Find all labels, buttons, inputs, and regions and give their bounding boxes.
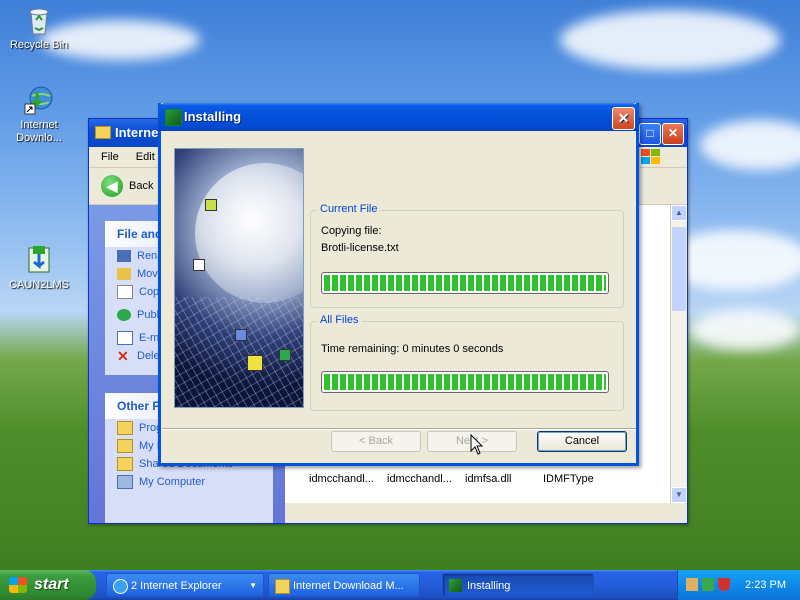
menu-file[interactable]: File: [101, 151, 119, 163]
file-item[interactable]: idmfsa.dll: [465, 473, 543, 485]
folder-icon: [117, 421, 133, 435]
security-shield-icon[interactable]: [718, 578, 730, 591]
cube-graphic: [247, 355, 263, 371]
folder-icon: [117, 439, 133, 453]
file-row: idmcchandl... idmcchandl... idmfsa.dll I…: [309, 473, 621, 485]
taskbar-item-idm-folder[interactable]: Internet Download M...: [268, 573, 420, 597]
folder-icon: [95, 126, 111, 139]
cloud: [690, 310, 800, 350]
taskbar-item-internet-explorer[interactable]: 2 Internet Explorer ▼: [106, 573, 264, 597]
all-files-progress-bar: [321, 371, 609, 393]
cube-graphic: [279, 349, 291, 361]
copying-file-label: Copying file:: [321, 225, 382, 237]
tray-app-icon[interactable]: [686, 578, 698, 591]
scroll-up-arrow[interactable]: ▲: [671, 205, 687, 221]
desktop-icon-label: Recycle Bin: [9, 39, 69, 51]
vertical-scrollbar[interactable]: ▲ ▼: [670, 205, 687, 503]
cloud: [560, 10, 780, 70]
idm-shortcut-icon: [23, 84, 55, 116]
file-item[interactable]: idmcchandl...: [387, 473, 465, 485]
taskbar-item-installing[interactable]: Installing: [442, 573, 594, 597]
file-item[interactable]: IDMFType: [543, 473, 621, 485]
system-tray: 2:23 PM: [677, 570, 800, 600]
installer-banner-image: [174, 148, 304, 408]
copy-icon: [117, 285, 133, 299]
taskbar-item-label: Installing: [467, 580, 511, 592]
clock[interactable]: 2:23 PM: [745, 570, 786, 600]
email-icon: [117, 331, 133, 345]
progress-fill: [324, 275, 606, 291]
current-file-legend: Current File: [317, 203, 381, 215]
globe-graphic: [195, 163, 303, 303]
taskbar: start 2 Internet Explorer ▼ Internet Dow…: [0, 570, 800, 600]
desktop-icon-label: Internet Downlo...: [16, 119, 62, 144]
desktop-icon-recycle-bin[interactable]: Recycle Bin: [4, 4, 74, 51]
cancel-button[interactable]: Cancel: [537, 431, 627, 452]
current-file-group: Current File Copying file: Brotli-licens…: [310, 203, 624, 308]
cube-graphic: [193, 259, 205, 271]
start-button[interactable]: start: [0, 570, 96, 600]
dialog-title: Installing: [184, 109, 242, 124]
menu-edit[interactable]: Edit: [136, 151, 155, 163]
delete-x-icon: ✕: [117, 348, 129, 364]
close-button[interactable]: ✕: [662, 123, 684, 145]
rename-icon: [117, 250, 131, 262]
desktop-icon-idm-shortcut[interactable]: Internet Downlo...: [4, 84, 74, 145]
desktop-icon-caun2lms[interactable]: CAUN2LMS: [4, 244, 74, 291]
back-arrow-icon: ◀: [101, 175, 123, 197]
divider: [162, 428, 636, 430]
current-file-progress-bar: [321, 272, 609, 294]
windows-flag-icon: [9, 577, 27, 593]
file-item[interactable]: idmcchandl...: [309, 473, 387, 485]
tray-idm-icon[interactable]: [702, 578, 714, 591]
progress-fill: [324, 374, 606, 390]
scroll-thumb[interactable]: [672, 227, 686, 311]
move-icon: [117, 268, 131, 280]
dialog-title-bar[interactable]: Installing ✕: [158, 103, 639, 131]
cube-graphic: [235, 329, 247, 341]
computer-icon: [117, 475, 133, 489]
recycle-bin-icon: [23, 4, 55, 36]
globe-icon: [117, 309, 131, 321]
back-label: Back: [129, 180, 154, 192]
cloud: [700, 120, 800, 170]
desktop-icon-label: CAUN2LMS: [9, 279, 69, 291]
all-files-group: All Files Time remaining: 0 minutes 0 se…: [310, 314, 624, 411]
close-button[interactable]: ✕: [612, 107, 635, 130]
back-button[interactable]: ◀ Back: [101, 175, 153, 197]
chevron-down-icon: ▼: [249, 581, 257, 590]
installer-icon: [23, 244, 55, 276]
all-files-legend: All Files: [317, 314, 362, 326]
start-label: start: [34, 576, 69, 593]
place-my-computer[interactable]: My Computer: [105, 473, 273, 491]
back-button[interactable]: < Back: [331, 431, 421, 452]
current-file-name: Brotli-license.txt: [321, 242, 399, 254]
scroll-down-arrow[interactable]: ▼: [671, 487, 687, 503]
folder-icon: [275, 579, 290, 594]
installing-dialog[interactable]: Installing ✕ Current File Copying file: …: [158, 103, 639, 466]
ie-icon: [113, 579, 128, 594]
time-remaining-label: Time remaining: 0 minutes 0 seconds: [321, 343, 504, 355]
installer-icon: [449, 579, 462, 592]
maximize-button[interactable]: □: [639, 123, 661, 145]
installer-icon: [165, 109, 182, 126]
taskbar-item-label: Internet Download M...: [293, 580, 404, 592]
taskbar-item-label: 2 Internet Explorer: [131, 580, 222, 592]
windows-logo-icon: [641, 149, 663, 167]
cube-graphic: [205, 199, 217, 211]
folder-icon: [117, 457, 133, 471]
